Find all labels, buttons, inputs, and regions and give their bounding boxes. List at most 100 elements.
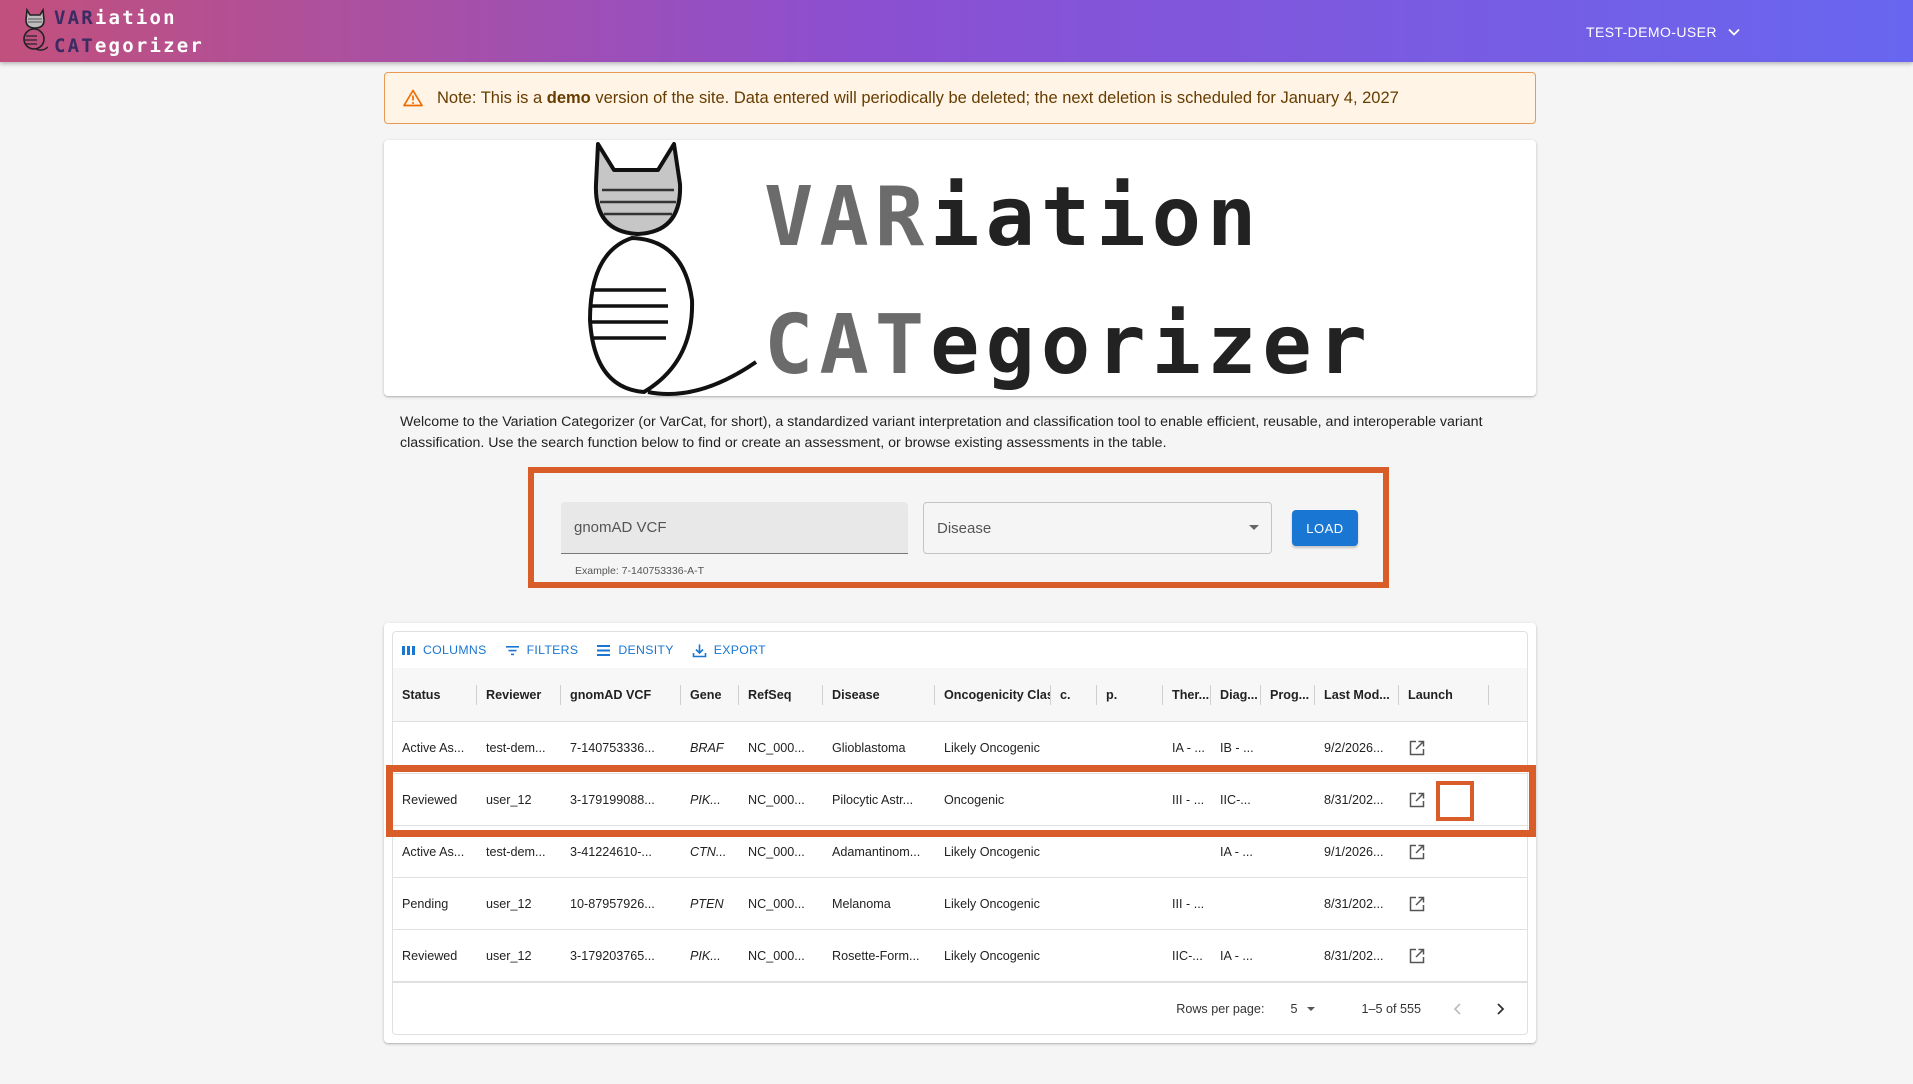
table-row[interactable]: Reviewed user_12 3-179199088... PIK... NC_00… <box>393 774 1527 826</box>
column-header-launch[interactable]: Launch <box>1399 668 1489 722</box>
cell-therapeutic: III - ... <box>1172 897 1205 911</box>
column-header-p-dot[interactable]: p. <box>1097 668 1163 722</box>
cell-disease: Melanoma <box>832 897 891 911</box>
open-in-new-icon[interactable] <box>1408 947 1426 965</box>
column-header-label: c. <box>1060 688 1071 702</box>
cell-p-dot <box>1097 878 1163 930</box>
export-label: EXPORT <box>713 643 766 657</box>
cell-last-modified: 9/1/2026... <box>1324 845 1384 859</box>
table-row[interactable]: Active As... test-dem... 3-41224610-... CTN… <box>393 826 1527 878</box>
open-in-new-icon[interactable] <box>1408 843 1426 861</box>
cell-reviewer: user_12 <box>486 897 532 911</box>
column-header-diagnostic[interactable]: Diag... <box>1211 668 1261 722</box>
cell-gnomad-vcf: 3-179199088... <box>570 793 655 807</box>
filters-button[interactable]: FILTERS <box>505 643 579 658</box>
cell-gnomad-vcf: 7-140753336... <box>570 741 655 755</box>
cell-p-dot <box>1097 930 1163 982</box>
chevron-right-icon[interactable] <box>1491 1000 1509 1018</box>
cell-p-dot <box>1097 826 1163 878</box>
load-button[interactable]: LOAD <box>1292 510 1358 546</box>
disease-select[interactable]: Disease <box>923 502 1272 554</box>
logo-line2-rest: egorizer <box>930 298 1374 393</box>
column-header-label: Diag... <box>1220 688 1258 702</box>
columns-label: COLUMNS <box>423 643 487 657</box>
column-header-refseq[interactable]: RefSeq <box>739 668 823 722</box>
column-header-last-modified[interactable]: Last Mod... <box>1315 668 1399 722</box>
cell-refseq: NC_000... <box>748 741 805 755</box>
export-button[interactable]: EXPORT <box>692 643 766 658</box>
alert-text: Note: This is a demo version of the site… <box>437 88 1399 107</box>
column-header-status[interactable]: Status <box>393 668 477 722</box>
column-header-reviewer[interactable]: Reviewer <box>477 668 561 722</box>
user-name: TEST-DEMO-USER <box>1586 24 1717 40</box>
dropdown-arrow-icon <box>1249 525 1259 530</box>
cell-oncogenicity: Oncogenic <box>944 793 1005 807</box>
table-row[interactable]: Pending user_12 10-87957926... PTEN NC_000..… <box>393 878 1527 930</box>
columns-button[interactable]: COLUMNS <box>401 643 487 658</box>
launch-cell <box>1399 722 1489 774</box>
search-form: gnomAD VCF Example: 7-140753336-A-T Dise… <box>528 467 1389 588</box>
column-header-gene[interactable]: Gene <box>681 668 739 722</box>
open-in-new-icon[interactable] <box>1408 739 1426 757</box>
column-header-therapeutic[interactable]: Ther... <box>1163 668 1211 722</box>
density-icon <box>597 644 611 656</box>
user-menu-button[interactable]: TEST-DEMO-USER <box>1586 20 1741 44</box>
cell-refseq: NC_000... <box>748 793 805 807</box>
columns-icon <box>402 645 415 655</box>
cat-logo-icon <box>588 142 758 396</box>
cell-oncogenicity: Likely Oncogenic <box>944 845 1040 859</box>
rows-per-page-select[interactable]: 5 <box>1290 1002 1316 1016</box>
table-header: Status Reviewer gnomAD VCF Gene RefSeq Diseas… <box>393 668 1527 722</box>
assessments-grid: COLUMNS FILTERS DENSITY EXPORT Status Rev… <box>392 631 1528 1035</box>
cell-prognostic <box>1261 826 1315 878</box>
brand-line2-bold: CAT <box>54 35 95 57</box>
cell-gene: CTN... <box>690 845 727 859</box>
column-header-label: Disease <box>832 688 880 702</box>
cell-therapeutic: IIC-... <box>1172 949 1203 963</box>
column-header-prognostic[interactable]: Prog... <box>1261 668 1315 722</box>
table-row[interactable]: Active As... test-dem... 7-140753336... BRA… <box>393 722 1527 774</box>
cell-reviewer: test-dem... <box>486 845 546 859</box>
density-button[interactable]: DENSITY <box>596 643 673 658</box>
open-in-new-icon[interactable] <box>1408 791 1426 809</box>
table-row[interactable]: Reviewed user_12 3-179203765... PIK... NC_00… <box>393 930 1527 982</box>
column-header-gnomad-vcf[interactable]: gnomAD VCF <box>561 668 681 722</box>
launch-cell <box>1399 930 1489 982</box>
cell-prognostic <box>1261 774 1315 826</box>
cell-last-modified: 8/31/202... <box>1324 897 1384 911</box>
column-header-oncogenicity[interactable]: Oncogenicity Clas... <box>935 668 1051 722</box>
column-header-c-dot[interactable]: c. <box>1051 668 1097 722</box>
dropdown-arrow-icon <box>1307 1006 1316 1011</box>
cell-oncogenicity: Likely Oncogenic <box>944 949 1040 963</box>
cell-therapeutic: III - ... <box>1172 793 1205 807</box>
assessments-table-card: COLUMNS FILTERS DENSITY EXPORT Status Rev… <box>384 623 1536 1043</box>
cell-gnomad-vcf: 10-87957926... <box>570 897 655 911</box>
download-icon <box>692 644 707 657</box>
cell-oncogenicity: Likely Oncogenic <box>944 897 1040 911</box>
cell-refseq: NC_000... <box>748 897 805 911</box>
brand-line2-rest: egorizer <box>94 35 205 57</box>
logo-line1-rest: iation <box>930 170 1263 265</box>
cell-gene: PIK... <box>690 793 721 807</box>
open-in-new-icon[interactable] <box>1408 895 1426 913</box>
cell-therapeutic: IA - ... <box>1172 741 1205 755</box>
cell-prognostic <box>1261 878 1315 930</box>
column-header-label: p. <box>1106 688 1118 702</box>
vcf-input[interactable]: gnomAD VCF <box>561 502 908 554</box>
column-header-disease[interactable]: Disease <box>823 668 935 722</box>
cell-prognostic <box>1261 722 1315 774</box>
logo-wordmark: VARiation CATegorizer <box>764 154 1373 410</box>
cell-diagnostic: IIC-... <box>1220 793 1251 807</box>
column-header-label: gnomAD VCF <box>570 688 652 702</box>
cell-diagnostic: IA - ... <box>1220 949 1253 963</box>
cell-therapeutic <box>1163 826 1211 878</box>
column-separator[interactable] <box>1488 685 1489 705</box>
cell-p-dot <box>1097 774 1163 826</box>
cell-disease: Adamantinom... <box>832 845 921 859</box>
cell-gnomad-vcf: 3-41224610-... <box>570 845 652 859</box>
filter-icon <box>505 645 519 655</box>
density-label: DENSITY <box>618 643 674 657</box>
chevron-left-icon[interactable] <box>1449 1000 1467 1018</box>
cell-c-dot <box>1051 826 1097 878</box>
launch-cell <box>1399 878 1489 930</box>
